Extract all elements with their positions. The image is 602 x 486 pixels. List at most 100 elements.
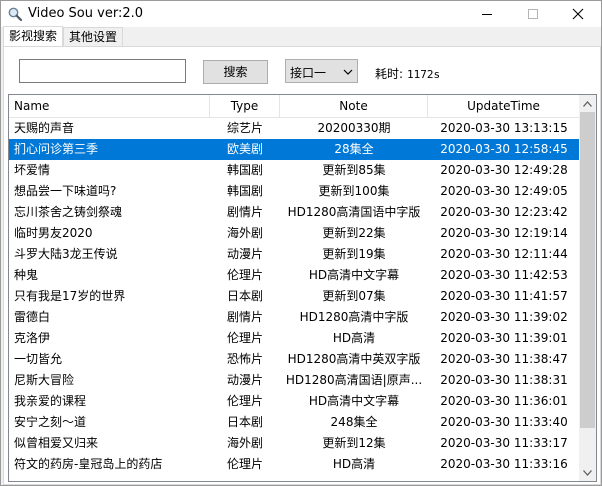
- close-button[interactable]: [555, 1, 601, 27]
- table-row[interactable]: 雷德白 剧情片 HD1280高清中字版 2020-03-30 11:39:02: [9, 307, 579, 328]
- scroll-up-button[interactable]: [579, 95, 596, 112]
- table-row[interactable]: 天赐的声音 综艺片 20200330期 2020-03-30 13:13:15: [9, 118, 579, 139]
- table-row[interactable]: 一切皆允 恐怖片 HD1280高清中英双字版 2020-03-30 11:38:47: [9, 349, 579, 370]
- tab-other-settings[interactable]: 其他设置: [63, 27, 123, 46]
- table-row[interactable]: 只有我是17岁的世界 日本剧 更新到07集 2020-03-30 11:41:57: [9, 286, 579, 307]
- cell-type: 海外剧: [226, 226, 263, 240]
- cell-name: 克洛伊: [14, 331, 51, 345]
- table-row[interactable]: 安宁之刻～道 日本剧 248集全 2020-03-30 11:33:40: [9, 412, 579, 433]
- cell-note: 更新到07集: [322, 289, 386, 303]
- maximize-icon: [528, 9, 538, 19]
- cell-note: HD高清中文字幕: [308, 268, 400, 282]
- column-header-updatetime[interactable]: UpdateTime: [428, 95, 580, 117]
- source-select-value: 接口一: [290, 66, 327, 80]
- scroll-down-button[interactable]: [579, 464, 596, 481]
- cell-note: 28集全: [334, 142, 374, 156]
- table-row[interactable]: 克洛伊 伦理片 HD高清 2020-03-30 11:39:01: [9, 328, 579, 349]
- column-header-name[interactable]: Name: [9, 95, 210, 117]
- cell-note: 更新到12集: [322, 436, 386, 450]
- cell-note: HD1280高清国语中字版: [287, 205, 421, 219]
- cell-updatetime: 2020-03-30 11:41:57: [440, 289, 568, 303]
- vertical-scrollbar[interactable]: [579, 95, 596, 481]
- table-row[interactable]: 想品尝一下味道吗? 韩国剧 更新到100集 2020-03-30 12:49:05: [9, 181, 579, 202]
- cell-name: 只有我是17岁的世界: [14, 289, 126, 303]
- timing-label: 耗时:: [375, 67, 404, 81]
- table-row[interactable]: 临时男友2020 海外剧 更新到22集 2020-03-30 12:19:14: [9, 223, 579, 244]
- magnifier-icon: [7, 6, 23, 22]
- table-row[interactable]: 斗罗大陆3龙王传说 动漫片 更新到19集 2020-03-30 12:11:44: [9, 244, 579, 265]
- cell-updatetime: 2020-03-30 11:36:01: [440, 394, 568, 408]
- cell-name: 忘川茶舍之铸剑祭魂: [14, 205, 123, 219]
- table-row[interactable]: 我亲爱的课程 伦理片 HD高清中文字幕 2020-03-30 11:36:01: [9, 391, 579, 412]
- minimize-icon: [482, 14, 492, 15]
- title-bar[interactable]: Video Sou ver:2.0: [1, 1, 601, 27]
- cell-type: 伦理片: [226, 268, 263, 282]
- cell-note: 248集全: [330, 415, 378, 429]
- cell-name: 尼斯大冒险: [14, 373, 75, 387]
- cell-name: 雷德白: [14, 310, 51, 324]
- cell-updatetime: 2020-03-30 11:42:53: [440, 268, 568, 282]
- cell-name: 扪心问诊第三季: [14, 142, 99, 156]
- cell-note: 20200330期: [317, 121, 391, 135]
- cell-type: 剧情片: [226, 205, 263, 219]
- cell-updatetime: 2020-03-30 11:33:17: [440, 436, 568, 450]
- cell-type: 韩国剧: [226, 184, 263, 198]
- cell-note: HD高清中文字幕: [308, 394, 400, 408]
- app-window: Video Sou ver:2.0 影视搜索 其他设置 搜索 接口一 耗时: 11…: [0, 0, 602, 486]
- cell-type: 恐怖片: [226, 352, 263, 366]
- cell-type: 海外剧: [226, 436, 263, 450]
- cell-updatetime: 2020-03-30 11:33:16: [440, 457, 568, 471]
- cell-type: 日本剧: [226, 415, 263, 429]
- cell-updatetime: 2020-03-30 12:19:14: [440, 226, 568, 240]
- cell-note: 更新到100集: [318, 184, 390, 198]
- cell-type: 伦理片: [226, 394, 263, 408]
- column-header-note[interactable]: Note: [280, 95, 428, 117]
- cell-note: HD1280高清中字版: [299, 310, 409, 324]
- close-icon: [572, 8, 584, 20]
- tab-video-search[interactable]: 影视搜索: [3, 26, 63, 47]
- column-header-type[interactable]: Type: [210, 95, 280, 117]
- cell-type: 欧美剧: [226, 142, 263, 156]
- table-row[interactable]: 扪心问诊第三季 欧美剧 28集全 2020-03-30 12:58:45: [9, 139, 579, 160]
- table-row[interactable]: 似曾相爱又归来 海外剧 更新到12集 2020-03-30 11:33:17: [9, 433, 579, 454]
- cell-note: 更新到85集: [322, 163, 386, 177]
- scroll-thumb[interactable]: [580, 112, 595, 428]
- cell-updatetime: 2020-03-30 11:38:47: [440, 352, 568, 366]
- minimize-button[interactable]: [464, 1, 510, 27]
- cell-name: 斗罗大陆3龙王传说: [14, 247, 118, 261]
- chevron-down-icon: [343, 66, 353, 80]
- cell-updatetime: 2020-03-30 12:11:44: [440, 247, 568, 261]
- maximize-button[interactable]: [510, 1, 556, 27]
- source-select[interactable]: 接口一: [285, 59, 358, 83]
- table-row[interactable]: 坏爱情 韩国剧 更新到85集 2020-03-30 12:49:28: [9, 160, 579, 181]
- results-list[interactable]: Name Type Note UpdateTime 天赐的声音 综艺片 202003…: [8, 94, 597, 482]
- cell-updatetime: 2020-03-30 12:49:05: [440, 184, 568, 198]
- cell-name: 天赐的声音: [14, 121, 75, 135]
- cell-type: 综艺片: [226, 121, 263, 135]
- table-row[interactable]: 忘川茶舍之铸剑祭魂 剧情片 HD1280高清国语中字版 2020-03-30 12:2…: [9, 202, 579, 223]
- scroll-up-arrow-icon: [583, 100, 592, 107]
- cell-name: 我亲爱的课程: [14, 394, 87, 408]
- cell-note: HD1280高清中英双字版: [287, 352, 421, 366]
- cell-name: 种鬼: [14, 268, 39, 282]
- cell-updatetime: 2020-03-30 11:38:31: [440, 373, 568, 387]
- cell-note: HD1280高清国语|原声...: [285, 373, 423, 387]
- cell-type: 韩国剧: [226, 163, 263, 177]
- cell-name: 符文的药房-皇冠岛上的药店: [14, 457, 163, 471]
- search-button[interactable]: 搜索: [203, 60, 268, 84]
- table-row[interactable]: 种鬼 伦理片 HD高清中文字幕 2020-03-30 11:42:53: [9, 265, 579, 286]
- cell-type: 动漫片: [226, 247, 263, 261]
- cell-updatetime: 2020-03-30 12:58:45: [440, 142, 568, 156]
- cell-type: 动漫片: [226, 373, 263, 387]
- timing-readout: 耗时: 1172s: [375, 65, 440, 82]
- cell-updatetime: 2020-03-30 13:13:15: [440, 121, 568, 135]
- table-row[interactable]: 符文的药房-皇冠岛上的药店 伦理片 HD高清 2020-03-30 11:33:16: [9, 454, 579, 475]
- scroll-down-arrow-icon: [583, 469, 592, 476]
- list-header: Name Type Note UpdateTime: [9, 95, 580, 118]
- cell-name: 似曾相爱又归来: [14, 436, 99, 450]
- table-row[interactable]: 尼斯大冒险 动漫片 HD1280高清国语|原声... 2020-03-30 11:38…: [9, 370, 579, 391]
- cell-type: 伦理片: [226, 331, 263, 345]
- search-input[interactable]: [19, 59, 186, 83]
- cell-note: HD高清: [332, 457, 376, 471]
- cell-type: 伦理片: [226, 457, 263, 471]
